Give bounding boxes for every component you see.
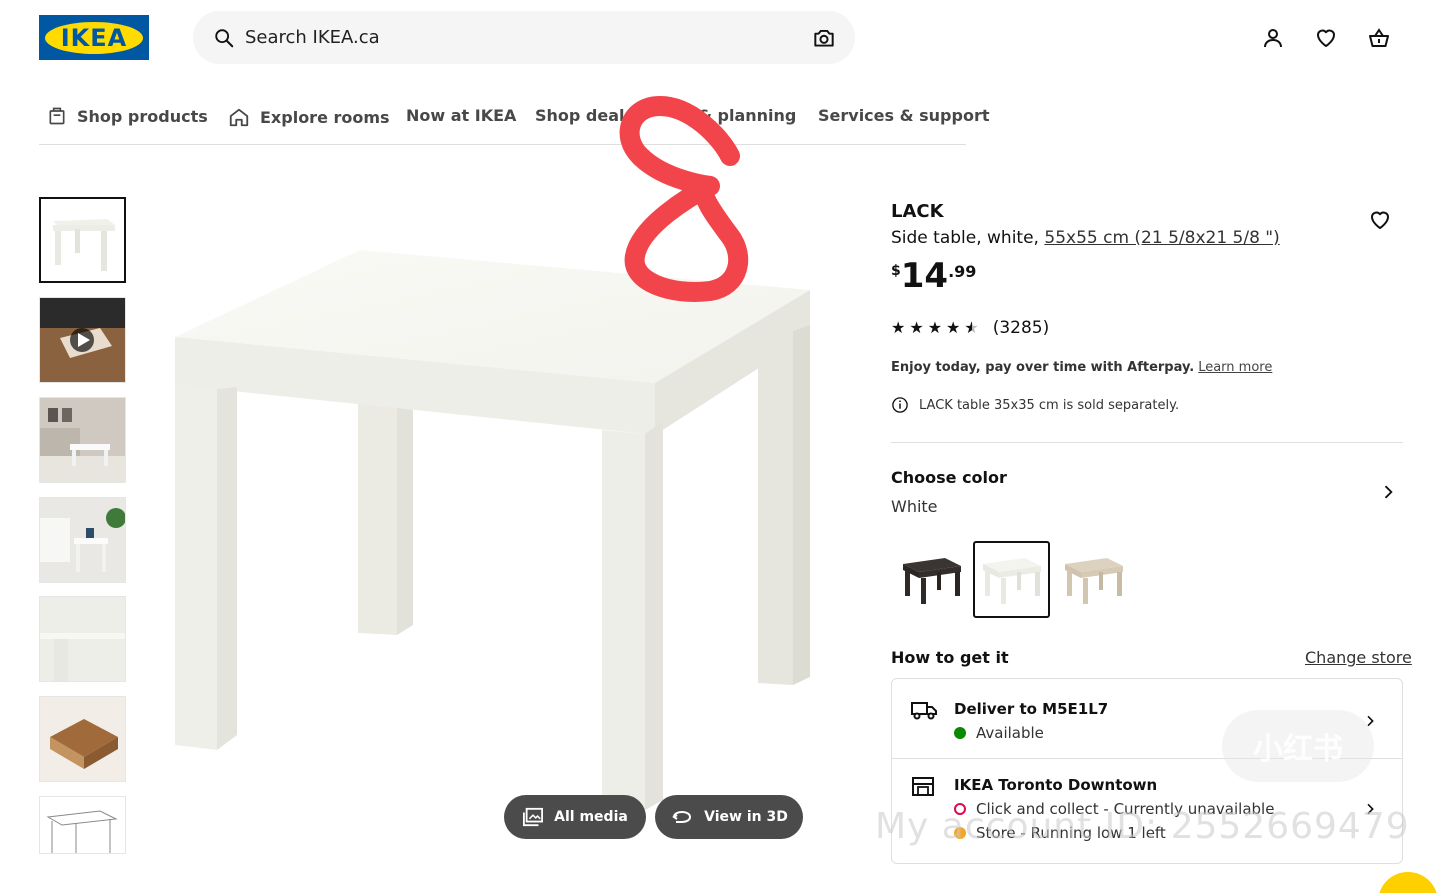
- gallery-icon: [523, 807, 544, 827]
- delivery-status-text: Available: [976, 724, 1044, 742]
- thumbnail-3[interactable]: [39, 397, 126, 483]
- store-icon: [910, 775, 938, 799]
- ikea-logo[interactable]: IKEA: [39, 15, 149, 60]
- sold-separately-text: LACK table 35x35 cm is sold separately.: [919, 397, 1180, 413]
- logo-text: IKEA: [60, 23, 128, 52]
- xiaohongshu-badge: 小红书: [1222, 710, 1374, 782]
- delivery-status: Available: [954, 724, 1044, 742]
- thumb-image: [40, 298, 125, 382]
- star-icon: ★: [891, 320, 906, 337]
- available-dot: [954, 727, 966, 739]
- learn-more-link[interactable]: Learn more: [1198, 360, 1272, 375]
- view-3d-label: View in 3D: [704, 809, 788, 825]
- price-decimal: .99: [948, 262, 977, 281]
- thumbnail-video[interactable]: [39, 297, 126, 383]
- account-icon[interactable]: [1261, 26, 1285, 50]
- swatch-image: [1064, 557, 1123, 604]
- thumbnail-1[interactable]: [39, 197, 126, 283]
- all-media-button[interactable]: All media: [504, 795, 646, 839]
- nav-label: Shop products: [77, 106, 208, 126]
- shop-products-icon: [49, 107, 65, 125]
- search-icon: [213, 27, 235, 49]
- star-icon: ★: [909, 320, 924, 337]
- nav-now-at-ikea[interactable]: Now at IKEA: [406, 106, 516, 125]
- choose-color-title[interactable]: Choose color: [891, 468, 1007, 487]
- thumb-image: [46, 810, 118, 853]
- search-input[interactable]: [245, 27, 811, 48]
- save-to-list-heart-icon[interactable]: [1368, 208, 1392, 232]
- product-measurement-link[interactable]: 55x55 cm (21 5/8x21 5/8 "): [1044, 228, 1279, 248]
- all-media-label: All media: [554, 809, 628, 825]
- thumb-image: [40, 597, 125, 681]
- logo-oval: IKEA: [45, 21, 143, 54]
- house-icon: [229, 108, 249, 127]
- sold-separately-note: LACK table 35x35 cm is sold separately.: [891, 396, 1179, 414]
- afterpay-info: Enjoy today, pay over time with Afterpay…: [891, 360, 1272, 375]
- swatch-image: [982, 557, 1041, 604]
- half-star-icon: ★: [964, 320, 979, 337]
- thumb-image: [40, 697, 125, 781]
- camera-icon[interactable]: [811, 25, 837, 51]
- info-icon: [892, 397, 908, 413]
- view-in-3d-button[interactable]: View in 3D: [655, 795, 803, 839]
- product-rating[interactable]: ★ ★ ★ ★ ★ (3285): [891, 318, 1049, 338]
- thumb-image: [40, 498, 125, 582]
- store-title: IKEA Toronto Downtown: [954, 776, 1158, 794]
- thumbnail-5[interactable]: [39, 596, 126, 682]
- main-nav: Shop products Explore rooms Now at IKEA …: [39, 96, 989, 145]
- product-type: Side table, white,: [891, 228, 1045, 248]
- truck-icon: [910, 699, 938, 723]
- nav-label: Services & support: [818, 106, 990, 125]
- star-icon: ★: [946, 320, 961, 337]
- nav-label: Now at IKEA: [406, 106, 517, 125]
- product-name: LACK: [891, 201, 944, 222]
- color-swatch-black-brown[interactable]: [893, 541, 970, 618]
- product-main-image[interactable]: [165, 225, 825, 815]
- divider: [891, 442, 1403, 443]
- price-currency: $: [891, 263, 901, 279]
- thumb-image: [53, 219, 115, 271]
- nav-explore-rooms[interactable]: Explore rooms: [228, 106, 390, 128]
- thumbnail-4[interactable]: [39, 497, 126, 583]
- rating-count: (3285): [992, 318, 1050, 338]
- thumb-image: [40, 398, 125, 482]
- swatch-image: [902, 557, 961, 604]
- chevron-right-icon[interactable]: [1378, 482, 1398, 502]
- price-integer: 14: [900, 256, 949, 296]
- afterpay-text: Enjoy today, pay over time with Afterpay…: [891, 360, 1195, 375]
- delivery-title: Deliver to M5E1L7: [954, 700, 1109, 718]
- selected-color: White: [891, 497, 938, 516]
- product-price: $ 14 .99: [891, 256, 976, 296]
- chat-button[interactable]: [1378, 872, 1438, 893]
- how-to-get-it-title: How to get it: [891, 648, 1009, 667]
- color-swatch-white-stained-oak[interactable]: [1055, 541, 1132, 618]
- thumbnail-7[interactable]: [39, 796, 126, 854]
- change-store-link[interactable]: Change store: [1305, 648, 1412, 667]
- nav-shop-products[interactable]: Shop products: [47, 106, 208, 126]
- product-description: Side table, white, 55x55 cm (21 5/8x21 5…: [891, 228, 1280, 248]
- heart-icon[interactable]: [1314, 26, 1338, 50]
- star-icon: ★: [927, 320, 943, 337]
- search-bar[interactable]: [193, 11, 855, 64]
- cart-icon[interactable]: [1367, 26, 1391, 50]
- thumbnail-6[interactable]: [39, 696, 126, 782]
- scribble-annotation: [619, 96, 749, 302]
- watermark: My account ID: 2552669479: [875, 806, 1410, 847]
- nav-services-support[interactable]: Services & support: [818, 106, 989, 125]
- nav-label: Explore rooms: [260, 107, 390, 127]
- rotate-3d-icon: [672, 810, 692, 823]
- color-swatch-white[interactable]: [973, 541, 1050, 618]
